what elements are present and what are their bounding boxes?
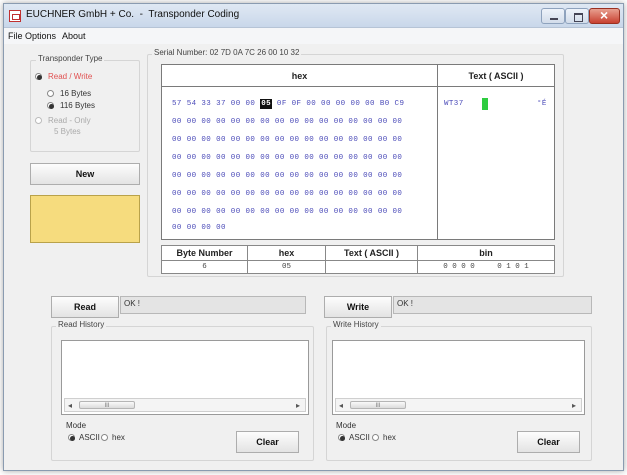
- app-icon: [9, 10, 21, 22]
- hex-row-4[interactable]: 00 00 00 00 00 00 00 00 00 00 00 00 00 0…: [172, 154, 402, 162]
- byte-info-table: Byte Number hex Text ( ASCII ) bin 6 05 …: [161, 245, 555, 274]
- hex-row-1[interactable]: 57 54 33 37 00 00 05 0F 0F 00 00 00 00 0…: [172, 99, 405, 109]
- 16-bytes-radio[interactable]: [47, 90, 54, 97]
- scroll-right-arrow-icon[interactable]: ▸: [296, 401, 300, 410]
- read-history-scrollbar[interactable]: ◂ III ▸: [64, 398, 306, 412]
- column-divider: [437, 65, 438, 239]
- menu-options[interactable]: Options: [25, 31, 56, 41]
- hex-header-cell: hex: [162, 65, 437, 87]
- byte-hex-value: 05: [281, 263, 291, 271]
- ascii-row-1-prefix: WT37: [444, 100, 464, 108]
- serial-number-label: Serial Number: 02 7D 0A 7C 26 00 10 32: [152, 48, 302, 57]
- read-write-radio[interactable]: [35, 73, 42, 80]
- hex-column-header: hex: [291, 71, 308, 81]
- close-button[interactable]: [589, 7, 620, 24]
- hex-row-2[interactable]: 00 00 00 00 00 00 00 00 00 00 00 00 00 0…: [172, 118, 402, 126]
- app-window: EUCHNER GmbH + Co. - Transponder Coding …: [3, 3, 624, 471]
- write-scroll-thumb[interactable]: III: [350, 401, 406, 409]
- scroll-right-arrow-icon[interactable]: ▸: [572, 401, 576, 410]
- menu-file[interactable]: File: [8, 31, 23, 41]
- read-button[interactable]: Read: [51, 296, 119, 318]
- read-only-size-label: 5 Bytes: [54, 127, 81, 136]
- read-write-label: Read / Write: [48, 72, 93, 81]
- write-mode-label: Mode: [336, 421, 357, 430]
- selected-byte[interactable]: 05: [260, 99, 273, 109]
- 16-bytes-label: 16 Bytes: [60, 89, 92, 98]
- ascii-cursor: [482, 98, 488, 110]
- hex-row-7[interactable]: 00 00 00 00 00 00 00 00 00 00 00 00 00 0…: [172, 208, 402, 216]
- write-button[interactable]: Write: [324, 296, 392, 318]
- write-clear-button[interactable]: Clear: [517, 431, 580, 453]
- write-mode-ascii-radio[interactable]: [338, 434, 345, 441]
- hex-row-5[interactable]: 00 00 00 00 00 00 00 00 00 00 00 00 00 0…: [172, 172, 402, 180]
- write-history-scrollbar[interactable]: ◂ III ▸: [335, 398, 582, 412]
- scroll-left-arrow-icon[interactable]: ◂: [339, 401, 343, 410]
- maximize-button[interactable]: [565, 8, 589, 24]
- menu-bar: File Options About: [4, 28, 623, 44]
- title-bar: EUCHNER GmbH + Co. - Transponder Coding: [4, 4, 623, 28]
- hex-row-3[interactable]: 00 00 00 00 00 00 00 00 00 00 00 00 00 0…: [172, 136, 402, 144]
- read-scroll-thumb[interactable]: III: [79, 401, 135, 409]
- hex-row-1-post: 0F 0F 00 00 00 00 00 B0 C9: [272, 100, 405, 108]
- 116-bytes-label: 116 Bytes: [60, 101, 95, 110]
- read-mode-label: Mode: [66, 421, 87, 430]
- 116-bytes-radio[interactable]: [47, 102, 54, 109]
- ascii-column-header: Text ( ASCII ): [468, 71, 524, 81]
- read-mode-ascii-label: ASCII: [79, 433, 100, 442]
- scroll-left-arrow-icon[interactable]: ◂: [68, 401, 72, 410]
- write-mode-hex-label: hex: [383, 433, 396, 442]
- read-status-field: OK !: [120, 296, 306, 314]
- window-title: EUCHNER GmbH + Co. - Transponder Coding: [26, 9, 240, 20]
- menu-about[interactable]: About: [62, 31, 86, 41]
- read-mode-ascii-radio[interactable]: [68, 434, 75, 441]
- write-history-label: Write History: [331, 320, 381, 329]
- read-history-label: Read History: [56, 320, 107, 329]
- byte-bin-header: bin: [479, 248, 493, 258]
- byte-number-header: Byte Number: [176, 248, 233, 258]
- minimize-button[interactable]: [541, 8, 565, 24]
- new-button[interactable]: New: [30, 163, 140, 185]
- ascii-header-cell: Text ( ASCII ): [438, 65, 554, 87]
- byte-hex-header: hex: [278, 248, 295, 258]
- byte-bin-value: 0 0 0 0 0 1 0 1: [443, 263, 529, 271]
- write-history-list[interactable]: ◂ III ▸: [332, 340, 585, 415]
- read-clear-button[interactable]: Clear: [236, 431, 299, 453]
- hex-editor-panel[interactable]: hex Text ( ASCII ) 57 54 33 37 00 00 05 …: [161, 64, 555, 240]
- read-only-label: Read - Only: [48, 116, 91, 125]
- write-status-field: OK !: [393, 296, 592, 314]
- hex-row-6[interactable]: 00 00 00 00 00 00 00 00 00 00 00 00 00 0…: [172, 190, 402, 198]
- write-mode-ascii-label: ASCII: [349, 433, 370, 442]
- status-indicator: [30, 195, 140, 243]
- byte-number-value: 6: [202, 263, 207, 271]
- read-mode-hex-label: hex: [112, 433, 125, 442]
- write-mode-hex-radio[interactable]: [372, 434, 379, 441]
- read-history-list[interactable]: ◂ III ▸: [61, 340, 309, 415]
- byte-info-divider: [162, 260, 554, 261]
- transponder-type-label: Transponder Type: [36, 54, 105, 63]
- ascii-row-1-suffix: °É: [537, 100, 547, 108]
- byte-text-header: Text ( ASCII ): [343, 248, 399, 258]
- hex-row-8[interactable]: 00 00 00 00: [172, 224, 226, 232]
- read-only-radio[interactable]: [35, 117, 42, 124]
- hex-row-1-pre: 57 54 33 37 00 00: [172, 100, 261, 108]
- read-mode-hex-radio[interactable]: [101, 434, 108, 441]
